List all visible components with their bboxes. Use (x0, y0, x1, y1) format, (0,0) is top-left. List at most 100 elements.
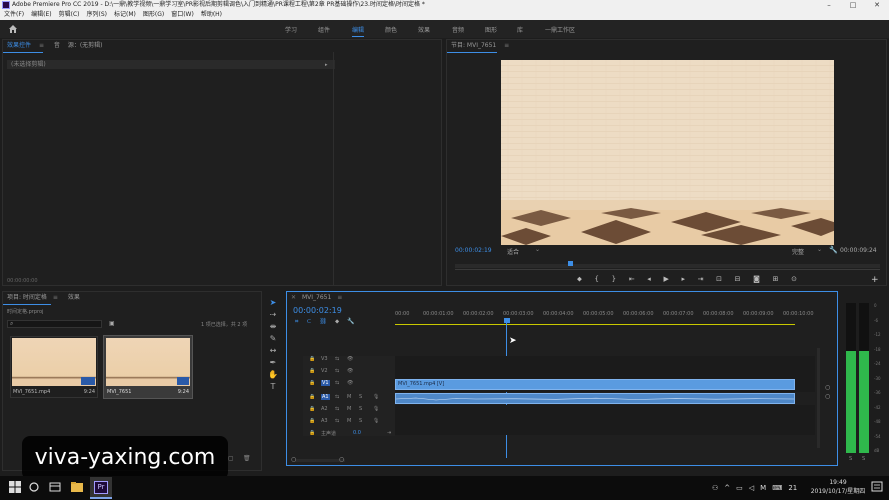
tab-program[interactable]: 节目: MVI_7651 (451, 42, 496, 49)
nest-toggle-icon[interactable]: ⌗ (295, 318, 298, 326)
menu-graphics[interactable]: 图形(G) (143, 10, 164, 20)
trash-icon[interactable]: 🗑 (243, 455, 251, 462)
extract-icon[interactable]: ⊟ (735, 275, 741, 285)
wrench-icon[interactable]: 🔧 (829, 246, 838, 254)
export-frame-camera-icon[interactable]: ◙ (753, 275, 760, 285)
solo-button[interactable]: S (359, 406, 362, 412)
tab-project[interactable]: 项目: 时间定格 (7, 294, 47, 301)
lock-icon[interactable]: 🔒 (309, 418, 315, 424)
video-clip-v1[interactable]: MVI_7651.mp4 [V] (395, 379, 795, 390)
step-back-icon[interactable]: ◂ (647, 275, 651, 285)
lock-icon[interactable]: 🔒 (309, 368, 315, 374)
lock-icon[interactable]: 🔒 (309, 356, 315, 362)
program-current-timecode[interactable]: 00:00:02:19 (455, 247, 492, 254)
workspace-tab-effects[interactable]: 效果 (418, 25, 430, 34)
timeline-timecode[interactable]: 00:00:02:19 (293, 306, 342, 315)
people-icon[interactable]: ⚇ (712, 484, 718, 492)
track-label[interactable]: V2 (321, 368, 328, 374)
search-icon[interactable] (27, 480, 41, 494)
menu-markers[interactable]: 标记(M) (114, 10, 136, 20)
play-icon[interactable]: ▶ (663, 275, 668, 285)
track-label[interactable]: V3 (321, 356, 328, 362)
file-explorer-icon[interactable] (70, 480, 84, 494)
workspace-tab-editing[interactable]: 编辑 (352, 25, 365, 37)
menu-file[interactable]: 文件(F) (4, 10, 24, 20)
type-tool-icon[interactable]: T (271, 382, 276, 391)
snap-icon[interactable]: ⊂ (306, 318, 311, 326)
razor-tool-icon[interactable]: ✎ (270, 334, 277, 343)
go-to-end-icon[interactable]: ⇥ (387, 430, 391, 436)
fit-dropdown[interactable]: 适合 (507, 247, 519, 256)
selection-tool-icon[interactable]: ➤ (270, 298, 277, 307)
linked-selection-icon[interactable]: ⛓ (319, 318, 327, 326)
workspace-tab-graphics[interactable]: 图形 (485, 25, 497, 34)
workspace-tab-libraries[interactable]: 库 (517, 25, 523, 34)
lock-icon[interactable]: 🔒 (309, 406, 315, 412)
comparison-view-icon[interactable]: ⊞ (773, 275, 779, 285)
audio-clip-a1[interactable] (395, 393, 795, 404)
track-label[interactable]: A1 (321, 394, 330, 400)
minimize-button[interactable]: – (817, 0, 841, 10)
menu-edit[interactable]: 编辑(E) (31, 10, 51, 20)
windows-start-icon[interactable] (8, 480, 22, 494)
lock-icon[interactable]: 🔒 (309, 380, 315, 386)
solo-right-button[interactable]: S (862, 456, 865, 462)
menu-sequence[interactable]: 序列(S) (87, 10, 108, 20)
timeline-ruler[interactable]: 00:00 00:00:01:00 00:00:02:00 00:00:03:0… (395, 311, 815, 325)
zoom-handle-right[interactable]: ○ (339, 456, 344, 463)
slip-tool-icon[interactable]: ↔ (270, 346, 277, 355)
timeline-playhead-handle[interactable] (504, 318, 510, 323)
track-label[interactable]: A2 (321, 406, 328, 412)
lock-icon[interactable]: 🔒 (309, 394, 315, 400)
tab-effect-controls[interactable]: 效果控件 (7, 42, 31, 49)
task-view-icon[interactable] (48, 480, 62, 494)
microphone-icon[interactable]: 🎙 (373, 406, 379, 412)
workspace-tab-learn[interactable]: 学习 (285, 25, 297, 34)
master-volume[interactable]: 0.0 (353, 430, 361, 436)
solo-button[interactable]: S (359, 394, 362, 400)
track-select-tool-icon[interactable]: ⇢ (270, 310, 277, 319)
sync-lock-icon[interactable]: ⇆ (335, 356, 339, 362)
tab-source-none[interactable]: 源：(无剪辑) (68, 42, 103, 49)
tab-sequence[interactable]: MVI_7651 (302, 294, 331, 301)
program-scrubber[interactable] (455, 264, 880, 268)
ripple-edit-tool-icon[interactable]: ⇼ (270, 322, 277, 331)
lock-icon[interactable]: 🔒 (309, 430, 315, 436)
eye-icon[interactable]: 👁 (347, 380, 353, 386)
timeline-horizontal-scrollbar[interactable] (295, 459, 345, 462)
maximize-button[interactable]: □ (841, 0, 865, 10)
add-button-icon[interactable]: + (871, 275, 879, 285)
step-forward-icon[interactable]: ▸ (681, 275, 685, 285)
mute-button[interactable]: M (347, 406, 351, 412)
microphone-icon[interactable]: 🎙 (373, 394, 379, 400)
solo-button[interactable]: S (359, 418, 362, 424)
go-to-in-icon[interactable]: ⇤ (629, 275, 635, 285)
solo-left-button[interactable]: S (849, 456, 852, 462)
input-language[interactable]: M (760, 484, 766, 492)
project-clip-item[interactable]: MVI_7651.mp4 9:24 (10, 336, 98, 398)
scroll-handle-top[interactable]: ○ (825, 384, 830, 391)
eye-icon[interactable]: 👁 (347, 356, 353, 362)
mute-button[interactable]: M (347, 394, 351, 400)
track-label[interactable]: V1 (321, 380, 330, 386)
mark-in-icon[interactable]: { (595, 275, 599, 285)
volume-icon[interactable]: ◁ (749, 484, 754, 492)
scroll-handle-bottom[interactable]: ○ (825, 393, 830, 400)
timeline-vertical-scrollbar[interactable] (817, 348, 820, 448)
mark-out-icon[interactable]: } (612, 275, 616, 285)
timeline-settings-wrench-icon[interactable]: 🔧 (347, 318, 354, 326)
sync-lock-icon[interactable]: ⇆ (335, 418, 339, 424)
lift-icon[interactable]: ⊡ (716, 275, 722, 285)
taskbar-premiere-active[interactable]: Pr (90, 477, 112, 499)
tab-source[interactable]: 音 (54, 42, 60, 49)
project-search-input[interactable]: ⌕ (7, 320, 102, 328)
menu-window[interactable]: 窗口(W) (171, 10, 194, 20)
home-icon[interactable] (8, 24, 18, 34)
workspace-tab-audio[interactable]: 音频 (452, 25, 464, 34)
zoom-handle-left[interactable]: ○ (291, 456, 296, 463)
hand-tool-icon[interactable]: ✋ (268, 370, 278, 379)
keyboard-icon[interactable]: ⌨ (772, 484, 782, 492)
workspace-tab-custom[interactable]: 一鼎工作区 (545, 25, 575, 34)
microphone-icon[interactable]: 🎙 (373, 418, 379, 424)
new-item-icon[interactable]: ▢ (228, 455, 234, 462)
